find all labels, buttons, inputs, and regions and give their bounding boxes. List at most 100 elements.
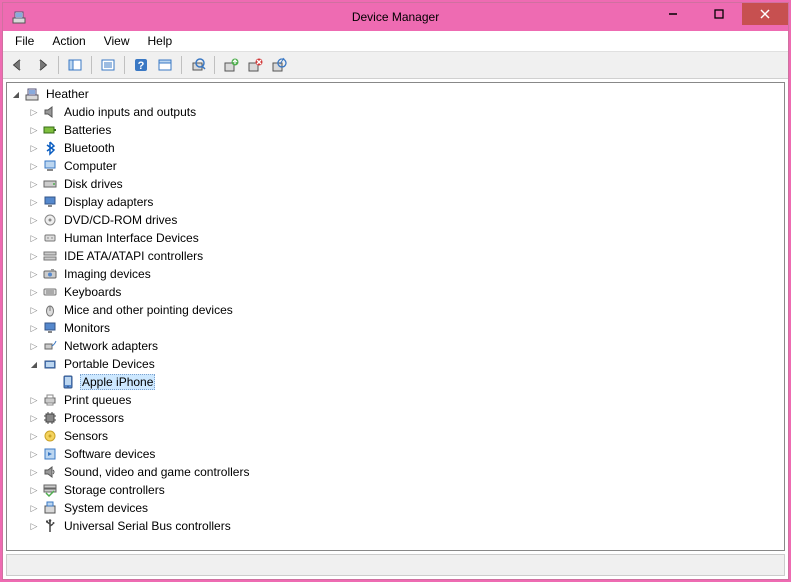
- tree-category-label: Mice and other pointing devices: [62, 303, 235, 317]
- expand-collapse-icon[interactable]: [27, 213, 41, 227]
- menu-file[interactable]: File: [7, 33, 42, 49]
- expand-collapse-icon[interactable]: [27, 177, 41, 191]
- expand-collapse-icon[interactable]: [27, 267, 41, 281]
- expand-collapse-icon[interactable]: [9, 87, 23, 101]
- action-button[interactable]: [154, 54, 176, 76]
- tree-category-processors[interactable]: Processors: [7, 409, 784, 427]
- expand-collapse-icon[interactable]: [27, 303, 41, 317]
- menu-action[interactable]: Action: [44, 33, 93, 49]
- expand-collapse-icon[interactable]: [27, 429, 41, 443]
- tree-category-bluetooth[interactable]: Bluetooth: [7, 139, 784, 157]
- tree-category-ide-ata-atapi-controllers[interactable]: IDE ATA/ATAPI controllers: [7, 247, 784, 265]
- expand-collapse-icon[interactable]: [27, 501, 41, 515]
- properties-button[interactable]: [97, 54, 119, 76]
- expand-collapse-icon[interactable]: [27, 483, 41, 497]
- tree-category-universal-serial-bus-controllers[interactable]: Universal Serial Bus controllers: [7, 517, 784, 535]
- expand-collapse-icon[interactable]: [27, 141, 41, 155]
- mice-and-other-pointing-devices-icon: [42, 302, 58, 318]
- tree-category-print-queues[interactable]: Print queues: [7, 391, 784, 409]
- tree-category-label: System devices: [62, 501, 150, 515]
- tree-category-dvd-cd-rom-drives[interactable]: DVD/CD-ROM drives: [7, 211, 784, 229]
- storage-controllers-icon: [42, 482, 58, 498]
- tree-category-keyboards[interactable]: Keyboards: [7, 283, 784, 301]
- tree-category-label: Monitors: [62, 321, 112, 335]
- tree-category-label: Computer: [62, 159, 119, 173]
- tree-category-label: Storage controllers: [62, 483, 167, 497]
- close-button[interactable]: [742, 3, 788, 25]
- tree-category-imaging-devices[interactable]: Imaging devices: [7, 265, 784, 283]
- device-tree: Heather Audio inputs and outputs Batteries…: [7, 85, 784, 535]
- expand-collapse-icon[interactable]: [27, 105, 41, 119]
- toolbar-separator: [91, 56, 92, 74]
- tree-panel[interactable]: Heather Audio inputs and outputs Batteries…: [6, 82, 785, 551]
- tree-category-label: Universal Serial Bus controllers: [62, 519, 233, 533]
- expand-collapse-icon[interactable]: [27, 465, 41, 479]
- tree-category-label: DVD/CD-ROM drives: [62, 213, 179, 227]
- help-button[interactable]: ?: [130, 54, 152, 76]
- expand-collapse-icon[interactable]: [27, 357, 41, 371]
- show-hide-console-tree-button[interactable]: [64, 54, 86, 76]
- titlebar[interactable]: Device Manager: [3, 3, 788, 31]
- tree-category-batteries[interactable]: Batteries: [7, 121, 784, 139]
- sensors-icon: [42, 428, 58, 444]
- tree-category-label: Batteries: [62, 123, 113, 137]
- expand-collapse-icon[interactable]: [27, 339, 41, 353]
- scan-hardware-button[interactable]: [187, 54, 209, 76]
- toolbar-separator: [124, 56, 125, 74]
- toolbar-separator: [181, 56, 182, 74]
- universal-serial-bus-controllers-icon: [42, 518, 58, 534]
- tree-root-label: Heather: [44, 87, 91, 101]
- tree-category-sound-video-and-game-controllers[interactable]: Sound, video and game controllers: [7, 463, 784, 481]
- expand-collapse-icon[interactable]: [27, 321, 41, 335]
- network-adapters-icon: [42, 338, 58, 354]
- expand-collapse-icon[interactable]: [27, 285, 41, 299]
- app-icon: [11, 9, 27, 25]
- tree-category-display-adapters[interactable]: Display adapters: [7, 193, 784, 211]
- tree-category-label: Sensors: [62, 429, 110, 443]
- minimize-button[interactable]: [650, 3, 696, 25]
- toolbar: ?: [3, 51, 788, 79]
- toolbar-separator: [58, 56, 59, 74]
- menu-help[interactable]: Help: [140, 33, 181, 49]
- uninstall-button[interactable]: [244, 54, 266, 76]
- expand-collapse-icon[interactable]: [27, 447, 41, 461]
- tree-category-storage-controllers[interactable]: Storage controllers: [7, 481, 784, 499]
- computer-icon: [42, 158, 58, 174]
- tree-category-label: Portable Devices: [62, 357, 157, 371]
- maximize-button[interactable]: [696, 3, 742, 25]
- audio-inputs-and-outputs-icon: [42, 104, 58, 120]
- tree-category-computer[interactable]: Computer: [7, 157, 784, 175]
- tree-category-label: Bluetooth: [62, 141, 117, 155]
- update-driver-button[interactable]: [220, 54, 242, 76]
- expand-collapse-icon[interactable]: [27, 123, 41, 137]
- ide-ata-atapi-controllers-icon: [42, 248, 58, 264]
- expand-collapse-icon[interactable]: [27, 519, 41, 533]
- tree-category-label: Imaging devices: [62, 267, 153, 281]
- tree-category-human-interface-devices[interactable]: Human Interface Devices: [7, 229, 784, 247]
- tree-category-label: Audio inputs and outputs: [62, 105, 198, 119]
- tree-category-audio-inputs-and-outputs[interactable]: Audio inputs and outputs: [7, 103, 784, 121]
- tree-root[interactable]: Heather: [7, 85, 784, 103]
- expand-collapse-icon[interactable]: [27, 249, 41, 263]
- tree-category-mice-and-other-pointing-devices[interactable]: Mice and other pointing devices: [7, 301, 784, 319]
- tree-category-software-devices[interactable]: Software devices: [7, 445, 784, 463]
- tree-category-network-adapters[interactable]: Network adapters: [7, 337, 784, 355]
- tree-category-label: Print queues: [62, 393, 133, 407]
- tree-category-sensors[interactable]: Sensors: [7, 427, 784, 445]
- bluetooth-icon: [42, 140, 58, 156]
- tree-category-monitors[interactable]: Monitors: [7, 319, 784, 337]
- tree-category-portable-devices[interactable]: Portable Devices: [7, 355, 784, 373]
- expand-collapse-icon[interactable]: [27, 231, 41, 245]
- menu-view[interactable]: View: [96, 33, 138, 49]
- disable-button[interactable]: [268, 54, 290, 76]
- tree-category-disk-drives[interactable]: Disk drives: [7, 175, 784, 193]
- expand-collapse-icon[interactable]: [27, 195, 41, 209]
- back-button[interactable]: [7, 54, 29, 76]
- tree-category-system-devices[interactable]: System devices: [7, 499, 784, 517]
- keyboards-icon: [42, 284, 58, 300]
- expand-collapse-icon[interactable]: [27, 393, 41, 407]
- forward-button[interactable]: [31, 54, 53, 76]
- expand-collapse-icon[interactable]: [27, 411, 41, 425]
- expand-collapse-icon[interactable]: [27, 159, 41, 173]
- tree-device-apple-iphone[interactable]: Apple iPhone: [7, 373, 784, 391]
